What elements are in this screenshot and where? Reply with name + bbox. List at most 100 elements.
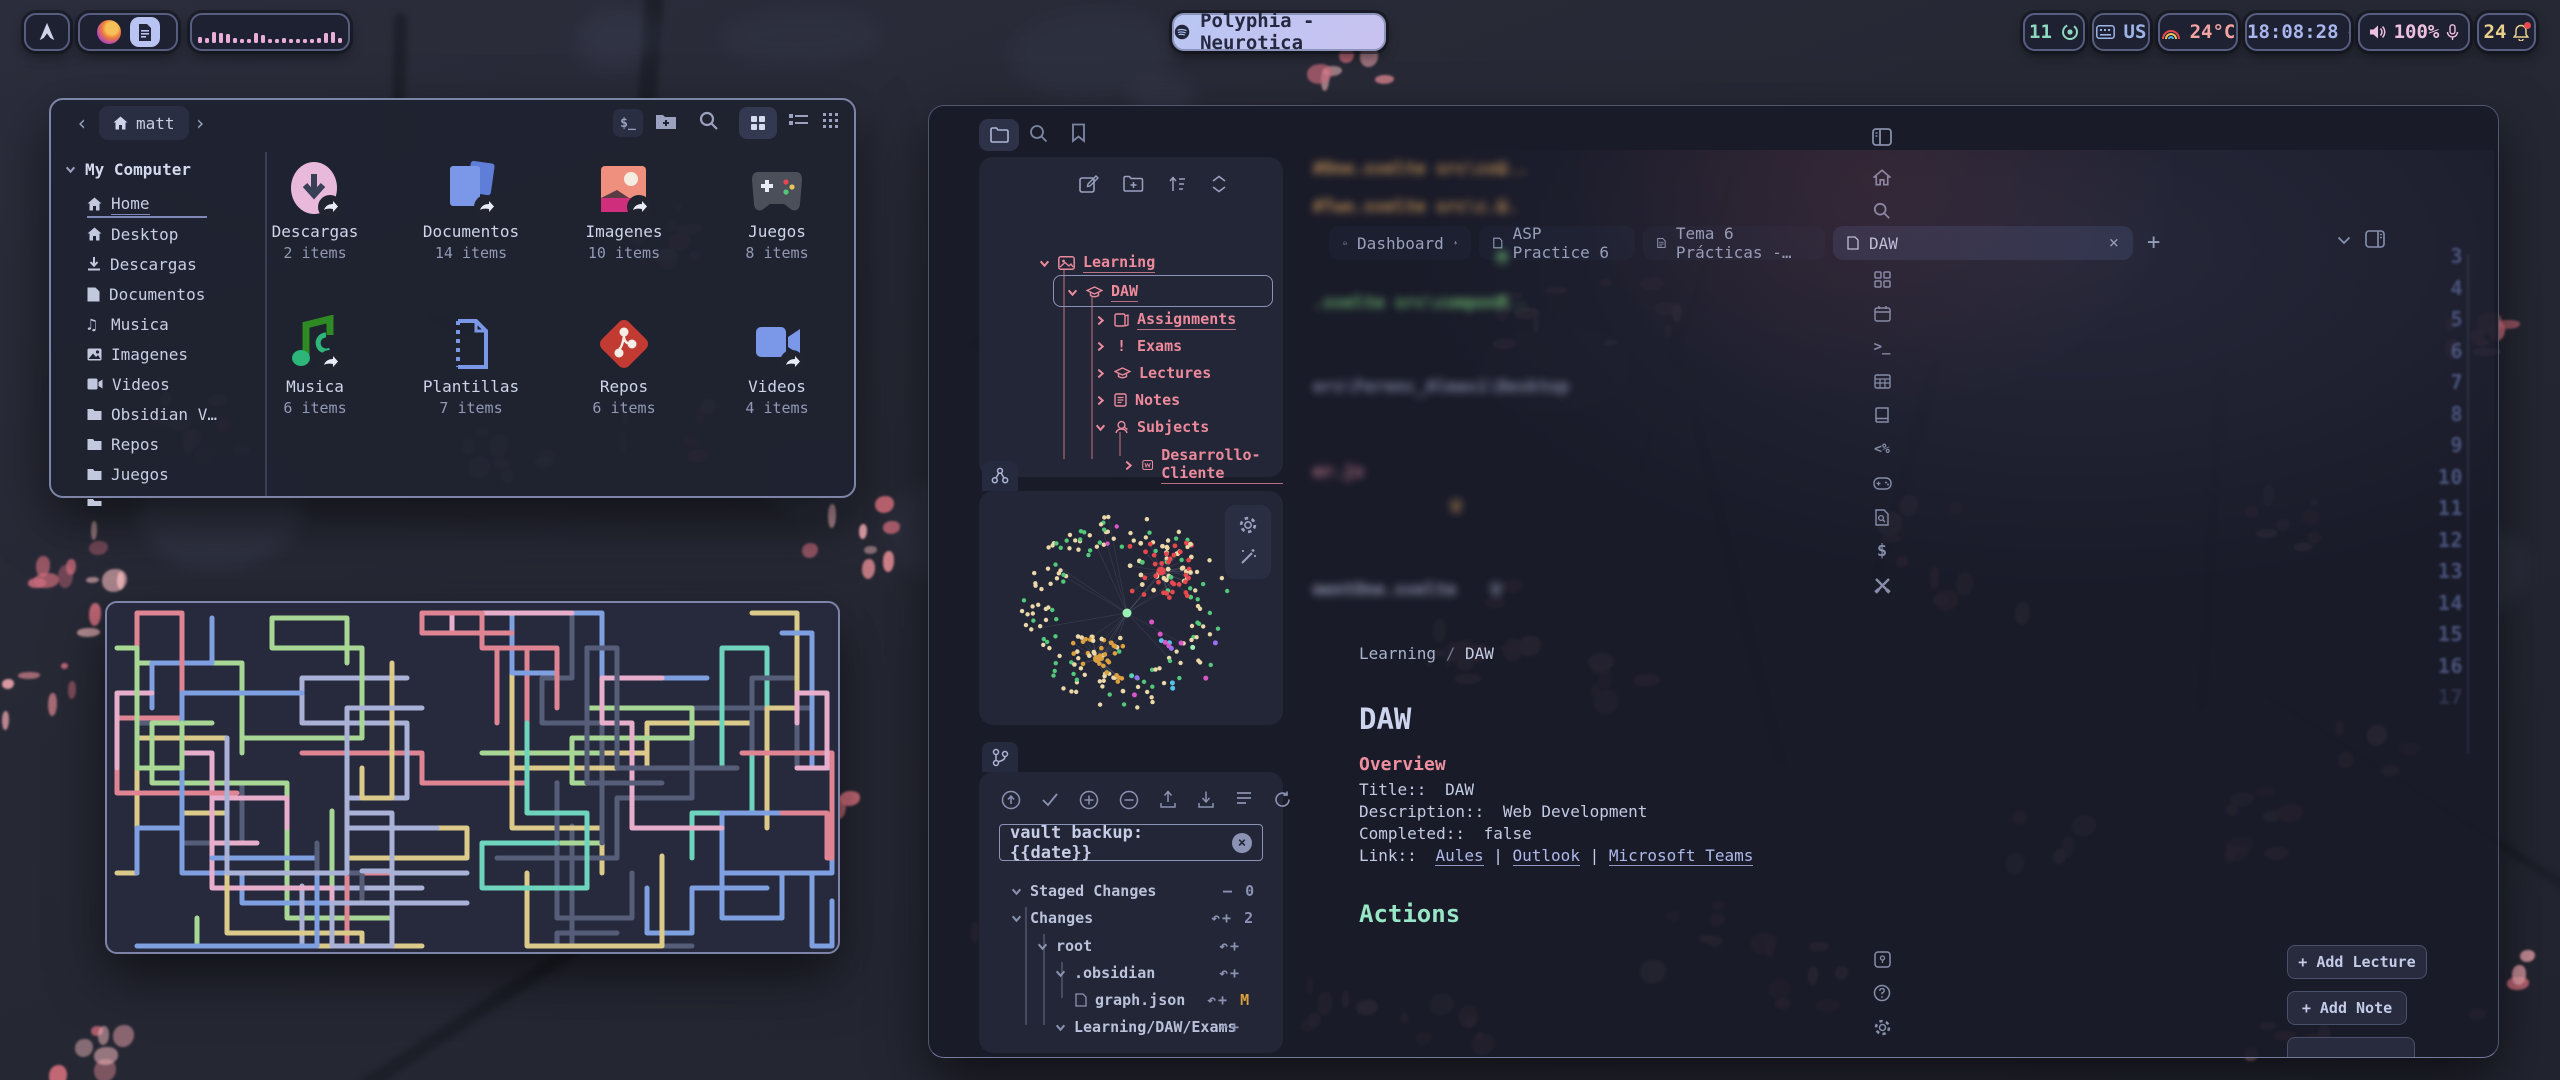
graph-node[interactable] (1088, 533, 1092, 537)
graph-node[interactable] (1195, 597, 1199, 601)
graph-node[interactable] (1144, 535, 1148, 539)
link-aules[interactable]: Aules (1435, 846, 1483, 866)
git-staged-changes-row[interactable]: Staged Changes (1011, 882, 1156, 900)
graph-node[interactable] (1117, 649, 1122, 654)
graph-node[interactable] (1083, 637, 1088, 642)
tab-bookmarks[interactable] (1071, 123, 1086, 143)
graph-node[interactable] (1048, 582, 1052, 586)
graph-node[interactable] (1075, 677, 1079, 681)
graph-node[interactable] (1099, 522, 1103, 526)
graph-node[interactable] (1054, 541, 1058, 545)
graph-node[interactable] (1196, 658, 1200, 662)
settings-gear-icon[interactable] (1869, 1014, 1895, 1040)
graph-node[interactable] (1168, 659, 1172, 663)
graph-node[interactable] (1042, 637, 1046, 641)
updates-widget[interactable]: 11 (2023, 13, 2085, 51)
graph-node[interactable] (1213, 640, 1218, 645)
changes-controls[interactable]: ↶+ 2 (1211, 909, 1255, 927)
sidebar-item-videos[interactable]: Videos (87, 372, 170, 396)
git-exams-row[interactable]: Learning/DAW/Exams (1055, 1018, 1237, 1036)
graph-node[interactable] (1115, 524, 1119, 528)
graph-node[interactable] (1197, 622, 1201, 626)
graph-node[interactable] (1179, 641, 1184, 646)
new-note-icon[interactable] (1079, 175, 1099, 195)
graph-node[interactable] (1140, 560, 1145, 565)
graph-node[interactable] (1050, 608, 1054, 612)
graph-node[interactable] (1107, 660, 1112, 665)
graph-node[interactable] (1153, 574, 1158, 579)
graph-node[interactable] (1178, 661, 1182, 665)
tree-item-desarrollo-cliente[interactable]: Desarrollo-Cliente (1123, 446, 1283, 484)
keyboard-layout-widget[interactable]: US (2092, 13, 2150, 51)
graph-node[interactable] (1123, 609, 1132, 618)
graph-node[interactable] (1186, 558, 1191, 563)
graph-node[interactable] (1108, 692, 1112, 696)
grid-item-plantillas[interactable]: Plantillas 7 items (396, 315, 546, 417)
graph-node[interactable] (1054, 617, 1058, 621)
graph-node[interactable] (1207, 558, 1211, 562)
graph-node[interactable] (1170, 686, 1175, 691)
graph-node[interactable] (1029, 627, 1033, 631)
note-breadcrumb[interactable]: Learning / DAW (1359, 644, 1494, 663)
graph-node[interactable] (1046, 566, 1050, 570)
graph-node[interactable] (1161, 590, 1166, 595)
graph-node[interactable] (1105, 541, 1109, 545)
graph-node[interactable] (1183, 590, 1188, 595)
graph-node[interactable] (1142, 592, 1147, 597)
graph-node[interactable] (1067, 546, 1071, 550)
graph-node[interactable] (1188, 570, 1193, 575)
graph-node[interactable] (1136, 685, 1140, 689)
graph-view-tab[interactable] (982, 461, 1018, 491)
graph-node[interactable] (1074, 690, 1078, 694)
graph-node[interactable] (1169, 646, 1174, 651)
graph-node[interactable] (1025, 612, 1029, 616)
root-controls[interactable]: ↶+ (1219, 937, 1241, 955)
graph-node[interactable] (1053, 634, 1057, 638)
graph-node[interactable] (1160, 544, 1165, 549)
graph-node[interactable] (1087, 653, 1092, 658)
graph-node[interactable] (1166, 560, 1171, 565)
commit-message-input[interactable]: vault backup: {{date}} × (999, 824, 1263, 861)
graph-node[interactable] (1140, 582, 1145, 587)
graph-node[interactable] (1130, 589, 1135, 594)
graph-node[interactable] (1102, 679, 1106, 683)
graph-node[interactable] (1061, 573, 1065, 577)
sidebar-item-musica[interactable]: ♫ Musica (87, 312, 169, 336)
graph-node[interactable] (1153, 667, 1157, 671)
graph-node[interactable] (1171, 582, 1176, 587)
graph-node[interactable] (1184, 541, 1189, 546)
graph-node[interactable] (1201, 624, 1205, 628)
search-button[interactable] (699, 111, 719, 131)
graph-node[interactable] (1189, 638, 1193, 642)
graph-node[interactable] (1138, 541, 1143, 546)
graph-node[interactable] (1145, 690, 1149, 694)
graph-node[interactable] (1184, 573, 1189, 578)
graph-node[interactable] (1194, 635, 1198, 639)
graph-node[interactable] (1116, 679, 1121, 684)
graph-node[interactable] (1101, 664, 1106, 669)
graph-node[interactable] (1069, 689, 1073, 693)
back-button[interactable]: ‹ (69, 110, 95, 136)
workspace-active-document[interactable] (130, 17, 160, 47)
weather-widget[interactable]: 24°C (2158, 13, 2238, 51)
graph-node[interactable] (1083, 673, 1087, 677)
commit-button-icon[interactable] (1001, 790, 1021, 810)
help-icon[interactable] (1869, 980, 1895, 1006)
graph-node[interactable] (1086, 553, 1090, 557)
graph-node[interactable] (1203, 676, 1208, 681)
graph-node[interactable] (1177, 676, 1181, 680)
graph-node[interactable] (1113, 651, 1118, 656)
graph-node[interactable] (1099, 637, 1104, 642)
graph-node[interactable] (1132, 538, 1136, 542)
graph-node[interactable] (1031, 618, 1035, 622)
graph-node[interactable] (1157, 567, 1166, 576)
graph-node[interactable] (1055, 576, 1059, 580)
tree-item-notes[interactable]: Notes (1095, 391, 1180, 409)
tree-item-assignments[interactable]: Assignments (1095, 310, 1236, 330)
graph-node[interactable] (1031, 611, 1035, 615)
graph-node[interactable] (1151, 588, 1156, 593)
collapse-all-icon[interactable] (1210, 175, 1228, 193)
tab-search[interactable] (1029, 124, 1049, 144)
graph-node[interactable] (1079, 635, 1084, 640)
graph-node[interactable] (1135, 705, 1139, 709)
